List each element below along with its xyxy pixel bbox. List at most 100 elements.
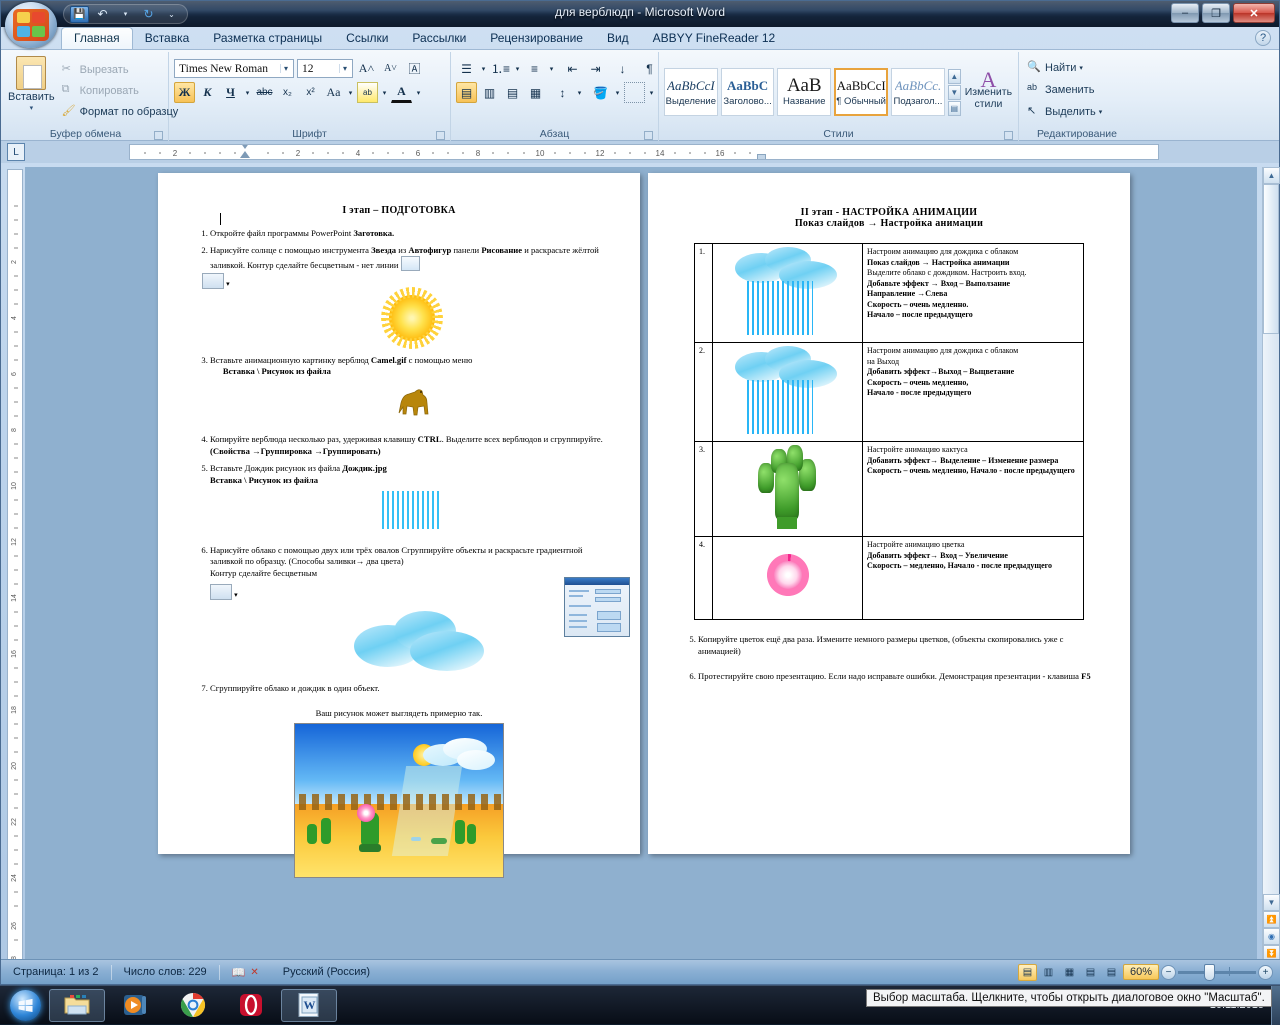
cut-button[interactable]: ✂ Вырезать	[59, 60, 182, 79]
right-indent-marker[interactable]	[757, 154, 766, 160]
highlight-icon[interactable]: ab	[357, 82, 378, 103]
media-player-icon[interactable]	[107, 989, 163, 1022]
line-spacing-icon[interactable]: ↕	[552, 82, 573, 103]
clear-formatting-icon[interactable]: 🄰	[404, 58, 425, 79]
restore-button[interactable]: ❐	[1202, 3, 1230, 23]
style-item-zagolovok[interactable]: AaBbC Заголово...	[721, 68, 775, 116]
scroll-up-icon[interactable]: ▲	[1263, 167, 1280, 184]
save-icon[interactable]: 💾	[70, 6, 89, 23]
styles-more-icon[interactable]: ▤	[948, 101, 961, 116]
document-page-2[interactable]: II этап - НАСТРОЙКА АНИМАЦИИ Показ слайд…	[648, 173, 1130, 854]
sort-icon[interactable]: ↓	[612, 58, 633, 79]
opera-browser-icon[interactable]	[223, 989, 279, 1022]
show-marks-button[interactable]: ¶	[639, 58, 660, 79]
microsoft-word-icon[interactable]: W	[281, 989, 337, 1022]
borders-icon[interactable]	[624, 82, 645, 103]
tab-razmetka[interactable]: Разметка страницы	[201, 28, 334, 49]
clipboard-dialog-launcher[interactable]	[154, 131, 163, 140]
web-layout-view-button[interactable]: ▦	[1060, 964, 1079, 981]
multilevel-list-icon[interactable]: ≡	[524, 58, 545, 79]
paste-button[interactable]: Вставить ▾	[8, 56, 55, 112]
tab-recenzirovanie[interactable]: Рецензирование	[478, 28, 595, 49]
print-layout-view-button[interactable]: ▤	[1018, 964, 1037, 981]
font-name-combo[interactable]: Times New Roman ▾	[174, 59, 294, 78]
underline-button[interactable]: Ч	[220, 82, 241, 103]
zoom-slider[interactable]	[1178, 971, 1256, 974]
zoom-out-button[interactable]: −	[1161, 965, 1176, 980]
multilevel-dropdown-icon[interactable]: ▾	[547, 58, 556, 79]
proofing-status[interactable]: 📖 ✕	[220, 963, 271, 982]
highlight-dropdown-icon[interactable]: ▾	[380, 82, 389, 103]
page-indicator[interactable]: Страница: 1 из 2	[1, 963, 111, 982]
word-count[interactable]: Число слов: 229	[112, 963, 219, 982]
numbering-icon[interactable]: ⒈≡	[490, 58, 511, 79]
shading-dropdown-icon[interactable]: ▾	[613, 82, 622, 103]
horizontal-ruler[interactable]: 22 46 810 1214 16	[129, 144, 1159, 160]
replace-button[interactable]: ab Заменить	[1024, 80, 1097, 99]
style-item-vydelenie[interactable]: AaBbCcI Выделение	[664, 68, 718, 116]
font-size-combo[interactable]: 12 ▾	[297, 59, 353, 78]
chevron-down-icon[interactable]: ▾	[339, 64, 350, 73]
change-styles-button[interactable]: A Изменить стили	[964, 74, 1013, 110]
justify-icon[interactable]: ▦	[525, 82, 546, 103]
minimize-button[interactable]: –	[1171, 3, 1199, 23]
zoom-slider-thumb[interactable]	[1204, 964, 1215, 981]
previous-page-icon[interactable]: ⏫	[1263, 911, 1280, 928]
tab-abbyy-finereader[interactable]: ABBYY FineReader 12	[641, 28, 788, 49]
find-button[interactable]: 🔍 Найти ▾	[1024, 58, 1086, 77]
chevron-down-icon[interactable]: ▾	[280, 64, 291, 73]
vertical-scrollbar[interactable]: ▲ ▼ ⏫ ◉ ⏬	[1262, 167, 1279, 962]
paste-dropdown-icon[interactable]: ▾	[30, 104, 34, 112]
change-case-dropdown-icon[interactable]: ▾	[346, 82, 355, 103]
underline-dropdown-icon[interactable]: ▾	[243, 82, 252, 103]
zoom-in-button[interactable]: +	[1258, 965, 1273, 980]
show-desktop-button[interactable]	[1271, 986, 1280, 1025]
bold-button[interactable]: Ж	[174, 82, 195, 103]
indent-markers[interactable]	[240, 144, 250, 160]
tab-vid[interactable]: Вид	[595, 28, 641, 49]
decrease-indent-icon[interactable]: ⇤	[562, 58, 583, 79]
vertical-ruler[interactable]: 2 4 6 8 10 12 14 16 18 20 22 24 26 28	[7, 169, 23, 964]
font-color-dropdown-icon[interactable]: ▾	[414, 82, 423, 103]
office-button[interactable]	[5, 2, 57, 48]
line-spacing-dropdown-icon[interactable]: ▾	[575, 82, 584, 103]
align-right-icon[interactable]: ▤	[502, 82, 523, 103]
font-color-button[interactable]: A	[391, 82, 412, 103]
style-item-nazvanie[interactable]: АаВ Название	[777, 68, 831, 116]
document-canvas[interactable]: I этап – ПОДГОТОВКА Откройте файл програ…	[25, 167, 1257, 960]
tab-rassylki[interactable]: Рассылки	[400, 28, 478, 49]
subscript-button[interactable]: x₂	[277, 82, 298, 103]
increase-indent-icon[interactable]: ⇥	[585, 58, 606, 79]
strikethrough-button[interactable]: abc	[254, 82, 275, 103]
help-icon[interactable]: ?	[1255, 30, 1271, 46]
styles-scroll-up-icon[interactable]: ▲	[948, 69, 961, 84]
customize-icon[interactable]: ⌄	[162, 6, 181, 23]
font-dialog-launcher[interactable]	[436, 131, 445, 140]
zoom-level[interactable]: 60%	[1123, 964, 1159, 980]
undo-dropdown-icon[interactable]: ▾	[116, 6, 135, 23]
paragraph-dialog-launcher[interactable]	[644, 131, 653, 140]
bullets-dropdown-icon[interactable]: ▾	[479, 58, 488, 79]
scroll-down-icon[interactable]: ▼	[1263, 894, 1280, 911]
styles-dialog-launcher[interactable]	[1004, 131, 1013, 140]
tab-ssylki[interactable]: Ссылки	[334, 28, 400, 49]
select-browse-object-icon[interactable]: ◉	[1263, 928, 1280, 945]
select-button[interactable]: ↖ Выделить ▾	[1024, 102, 1105, 121]
start-orb-icon[interactable]	[2, 988, 48, 1023]
tab-glavnaya[interactable]: Главная	[61, 27, 133, 49]
close-button[interactable]: ✕	[1233, 3, 1275, 23]
style-item-podzagolovok[interactable]: AaBbCc. Подзагол...	[891, 68, 945, 116]
change-case-button[interactable]: Aa	[323, 82, 344, 103]
tab-vstavka[interactable]: Вставка	[133, 28, 202, 49]
google-chrome-icon[interactable]	[165, 989, 221, 1022]
bullets-icon[interactable]: ☰	[456, 58, 477, 79]
align-center-icon[interactable]: ▥	[479, 82, 500, 103]
style-item-obychnyy[interactable]: AaBbCcI ¶ Обычный	[834, 68, 888, 116]
draft-view-button[interactable]: ▤	[1102, 964, 1121, 981]
italic-button[interactable]: К	[197, 82, 218, 103]
windows-explorer-icon[interactable]	[49, 989, 105, 1022]
shrink-font-button[interactable]: A˅	[380, 58, 401, 79]
grow-font-button[interactable]: A˄	[356, 58, 377, 79]
redo-icon[interactable]: ↻	[139, 6, 158, 23]
styles-scroll-down-icon[interactable]: ▼	[948, 85, 961, 100]
